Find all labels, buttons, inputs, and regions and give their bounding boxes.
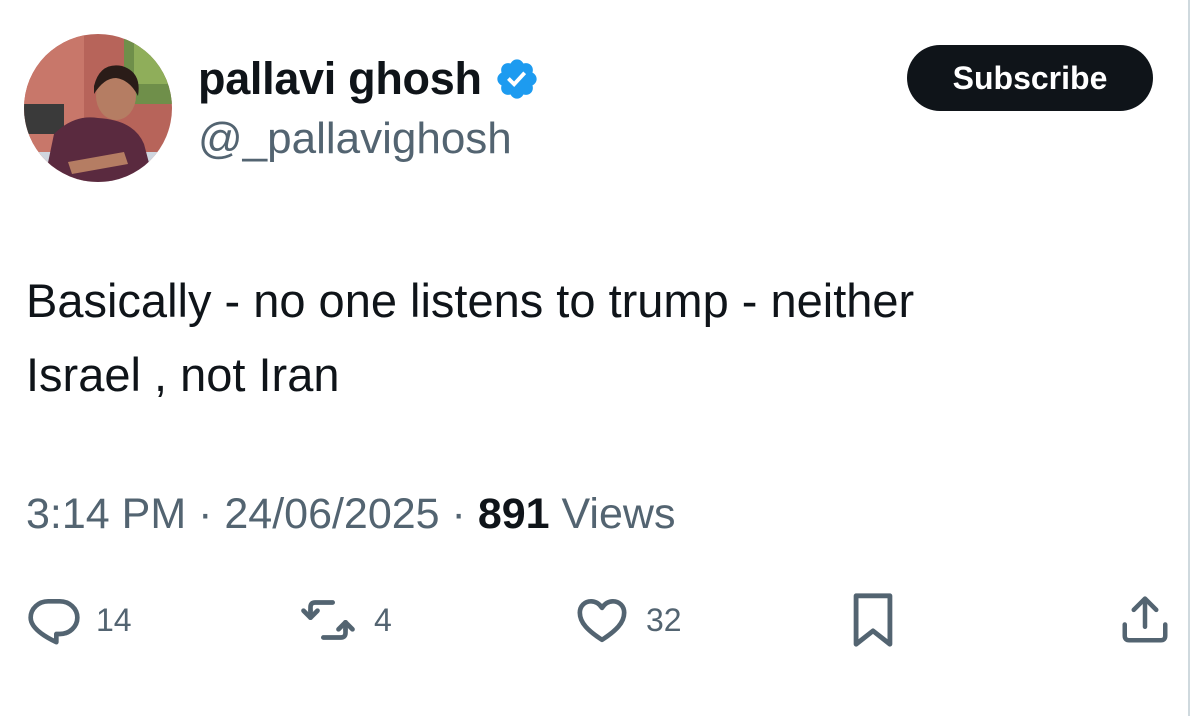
- subscribe-button[interactable]: Subscribe: [907, 45, 1153, 111]
- tweet-text: Basically - no one listens to trump - ne…: [26, 274, 915, 401]
- verified-badge-icon[interactable]: [494, 56, 540, 102]
- like-count: 32: [646, 601, 682, 638]
- heart-icon: [577, 599, 627, 643]
- display-name-row: pallavi ghosh: [198, 52, 540, 106]
- reply-icon: [28, 599, 80, 645]
- repost-icon: [301, 600, 355, 640]
- display-name[interactable]: pallavi ghosh: [198, 53, 482, 105]
- tweet-card: pallavi ghosh @_pallavighosh Subscribe B…: [0, 0, 1200, 716]
- tweet-meta: 3:14 PM · 24/06/2025 · 891 Views: [26, 490, 675, 539]
- reply-count: 14: [96, 601, 132, 638]
- reply-button[interactable]: 14: [26, 588, 132, 652]
- views-label: Views: [561, 490, 676, 538]
- share-button[interactable]: [1118, 588, 1172, 652]
- tweet-date[interactable]: 24/06/2025: [224, 490, 439, 538]
- share-icon: [1122, 596, 1168, 643]
- avatar[interactable]: [24, 34, 172, 182]
- like-button[interactable]: 32: [572, 588, 682, 652]
- repost-button[interactable]: 4: [296, 588, 392, 652]
- views-count: 891: [477, 490, 550, 538]
- repost-count: 4: [374, 601, 392, 638]
- handle[interactable]: @_pallavighosh: [198, 114, 512, 164]
- tweet-time[interactable]: 3:14 PM: [26, 490, 186, 538]
- meta-separator: ·: [198, 490, 213, 538]
- bookmark-icon: [853, 593, 893, 647]
- bookmark-button[interactable]: [848, 588, 898, 652]
- meta-separator: ·: [451, 490, 466, 538]
- right-border: [1188, 0, 1190, 716]
